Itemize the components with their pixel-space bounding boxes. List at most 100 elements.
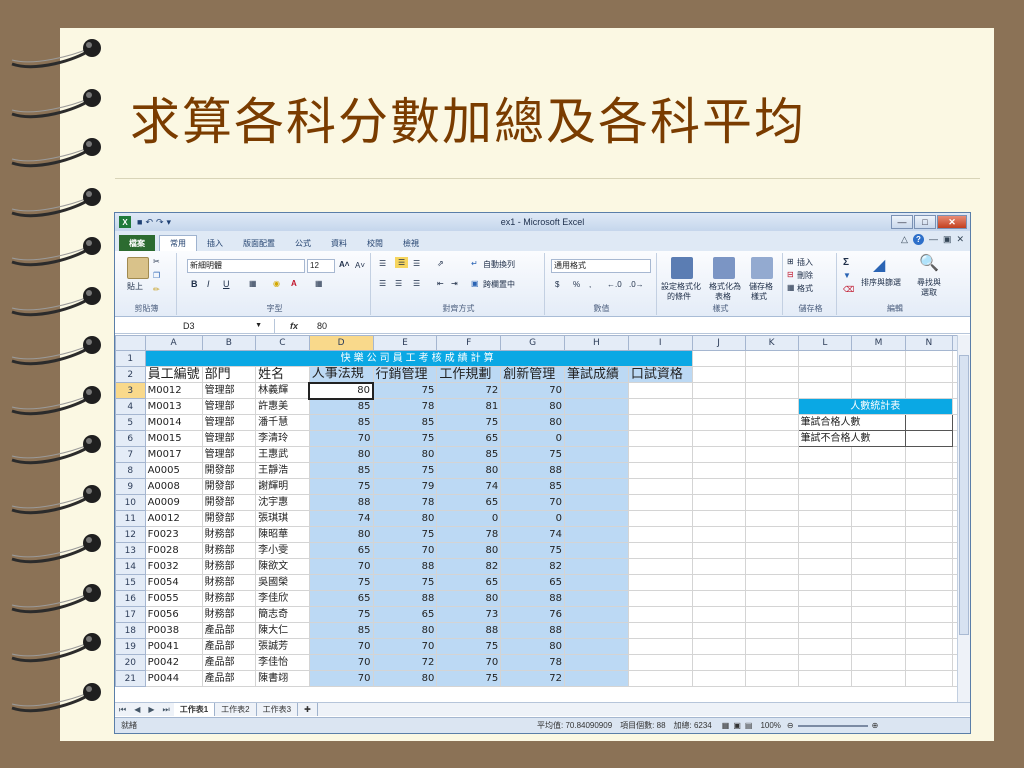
data-cell[interactable]: 75 [372,382,438,399]
row-header-11[interactable]: 11 [115,510,146,527]
data-cell[interactable]: M0014 [144,414,203,431]
data-cell[interactable]: M0015 [144,430,203,447]
data-cell[interactable] [627,558,693,575]
cell[interactable] [691,398,746,415]
cell[interactable] [851,446,906,463]
data-cell[interactable]: 70 [436,654,502,671]
data-cell[interactable]: 80 [436,590,502,607]
underline-button[interactable]: U [223,279,230,289]
column-header-d[interactable]: D [308,335,374,351]
data-cell[interactable]: 75 [500,542,566,559]
decrease-indent-icon[interactable]: ⇤ [437,279,444,288]
formula-input[interactable]: 80 [313,321,327,331]
data-cell[interactable]: 王惠武 [255,446,310,463]
cell[interactable] [797,462,853,479]
data-cell[interactable]: 80 [372,510,438,527]
cell[interactable] [904,478,954,495]
data-cell[interactable]: F0023 [144,526,203,543]
column-header-k[interactable]: K [744,335,799,351]
data-cell[interactable] [627,398,693,415]
cell[interactable] [797,654,853,671]
cell[interactable] [691,446,746,463]
data-cell[interactable]: 80 [436,542,502,559]
data-cell[interactable] [627,606,693,623]
cell[interactable] [744,542,799,559]
cell[interactable] [904,462,954,479]
row-header-13[interactable]: 13 [115,542,146,559]
cell[interactable] [744,574,799,591]
data-cell[interactable]: 74 [500,526,566,543]
data-cell[interactable]: A0009 [144,494,203,511]
format-as-table-icon[interactable] [713,257,735,279]
tab-page-layout[interactable]: 版面配置 [233,235,285,251]
cell-styles-icon[interactable] [751,257,773,279]
name-box[interactable]: D3 ▼ [115,318,275,333]
font-color-icon[interactable]: A [291,279,297,288]
column-title-cell[interactable]: 姓名 [255,366,310,383]
cell[interactable] [797,542,853,559]
sheet-nav-last-icon[interactable]: ⏭ [159,705,174,715]
column-header-m[interactable]: M [851,335,906,351]
tab-insert[interactable]: 插入 [197,235,233,251]
data-cell[interactable]: 81 [436,398,502,415]
tab-data[interactable]: 資料 [321,235,357,251]
data-cell[interactable]: 79 [372,478,438,495]
sheet-title-cell[interactable]: 快樂公司員工考核成績計算 [144,350,693,367]
row-header-17[interactable]: 17 [115,606,146,623]
data-cell[interactable]: 75 [308,606,374,623]
cell[interactable] [744,382,799,399]
decrease-decimal-icon[interactable]: .0→ [629,280,644,289]
data-cell[interactable] [627,414,693,431]
borders-icon[interactable]: ▦ [249,279,257,288]
sheet-nav-first-icon[interactable]: ⏮ [115,705,130,715]
orientation-icon[interactable]: ⇗ [437,259,444,268]
data-cell[interactable]: M0017 [144,446,203,463]
copy-icon[interactable]: ❐ [153,271,160,280]
data-cell[interactable]: 80 [436,462,502,479]
zoom-out-icon[interactable]: ⊖ [787,721,794,730]
data-cell[interactable] [627,494,693,511]
cell[interactable] [691,462,746,479]
cell[interactable] [744,366,799,383]
data-cell[interactable]: 林義輝 [255,382,310,399]
paste-label[interactable]: 貼上 [127,281,143,292]
column-title-cell[interactable]: 部門 [201,366,257,383]
help-icon[interactable]: ? [912,234,924,245]
fill-color-icon[interactable]: ◉ [273,279,280,288]
cell[interactable] [851,462,906,479]
column-title-cell[interactable]: 筆試成績 [564,366,629,383]
stats-fail-label[interactable]: 筆試不合格人數 [797,430,906,447]
data-cell[interactable]: 陳大仁 [255,622,310,639]
data-cell[interactable]: 管理部 [201,430,257,447]
data-cell[interactable]: 0 [436,510,502,527]
column-title-cell[interactable]: 員工編號 [144,366,203,383]
name-box-dropdown-icon[interactable]: ▼ [255,319,262,333]
data-cell[interactable]: A0005 [144,462,203,479]
page-layout-view-icon[interactable]: ▣ [733,721,741,730]
format-painter-icon[interactable]: ✏ [153,285,160,294]
data-cell[interactable]: 88 [500,462,566,479]
cell[interactable] [744,606,799,623]
cell[interactable] [691,478,746,495]
align-bottom-icon[interactable]: ☰ [413,259,420,268]
data-cell[interactable] [564,654,629,671]
data-cell[interactable] [564,430,629,447]
data-cell[interactable]: 88 [308,494,374,511]
row-header-10[interactable]: 10 [115,494,146,511]
data-cell[interactable]: A0012 [144,510,203,527]
data-cell[interactable]: 80 [308,381,375,400]
data-cell[interactable]: 80 [500,414,566,431]
column-header-j[interactable]: J [691,335,746,351]
column-header-i[interactable]: I [627,335,693,351]
data-cell[interactable] [564,526,629,543]
cell[interactable] [797,510,853,527]
row-header-18[interactable]: 18 [115,622,146,639]
cell[interactable] [851,654,906,671]
data-cell[interactable]: 88 [500,622,566,639]
cell[interactable] [691,510,746,527]
clear-icon[interactable]: ⌫ [843,285,854,294]
cell[interactable] [904,350,954,367]
data-cell[interactable]: 吳國榮 [255,574,310,591]
data-cell[interactable]: 管理部 [201,414,257,431]
conditional-formatting-label-2[interactable]: 的條件 [667,291,691,302]
